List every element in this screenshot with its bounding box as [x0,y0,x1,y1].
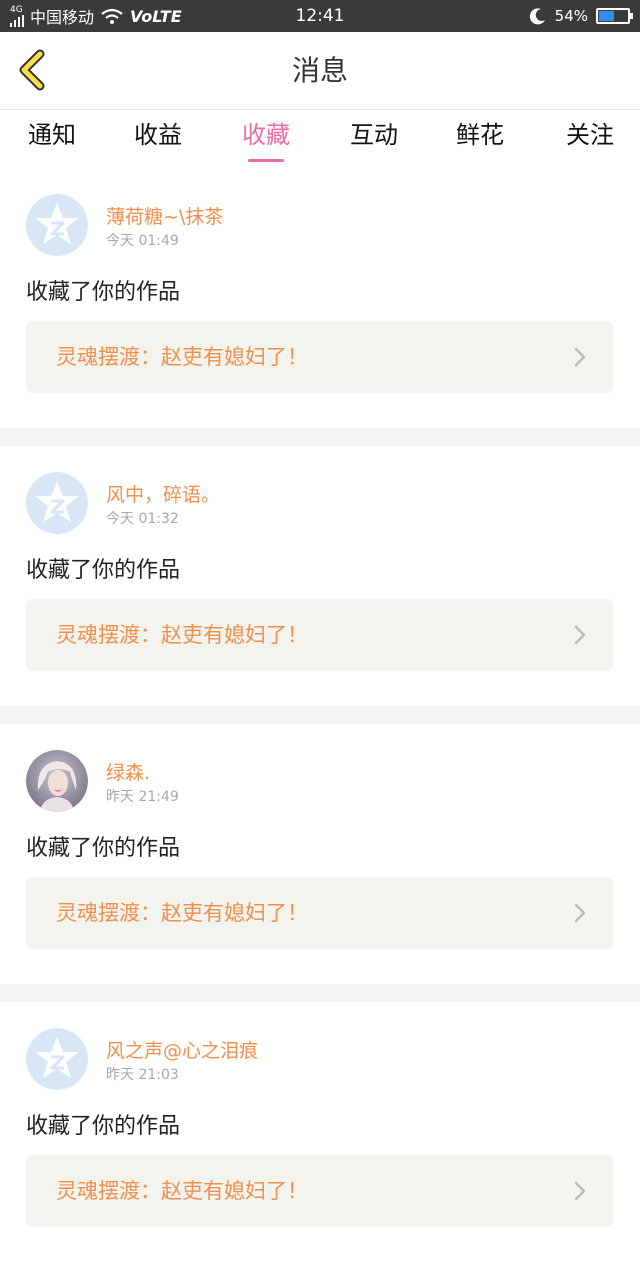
work-link[interactable]: 灵魂摆渡：赵吏有媳妇了！ [26,1155,613,1227]
tab-bar: 通知 收益 收藏 互动 鲜花 关注 [0,110,640,168]
work-title: 灵魂摆渡：赵吏有媳妇了！ [56,901,308,925]
tab-label: 鲜花 [456,121,504,149]
tab-notifications[interactable]: 通知 [12,118,92,164]
chevron-right-icon [574,347,586,367]
battery-fill [599,11,615,21]
tab-earnings[interactable]: 收益 [118,118,198,164]
username[interactable]: 绿森. [106,758,150,785]
default-avatar-icon [26,1028,88,1090]
timestamp: 今天 01:49 [106,233,179,249]
tab-following[interactable]: 关注 [550,118,630,164]
user-photo-icon [26,750,88,812]
chevron-right-icon [574,625,586,645]
timestamp: 今天 01:32 [106,511,179,527]
tab-favorites[interactable]: 收藏 [226,118,306,164]
default-avatar-icon [26,472,88,534]
work-title: 灵魂摆渡：赵吏有媳妇了！ [56,345,308,369]
divider [0,984,640,1002]
moon-icon [529,8,545,25]
tab-label: 收藏 [242,121,290,149]
timestamp: 昨天 21:49 [106,789,179,805]
divider [0,428,640,446]
avatar[interactable] [26,472,88,534]
work-title: 灵魂摆渡：赵吏有媳妇了！ [56,623,308,647]
list-item: 风之声@心之泪痕 昨天 21:03 收藏了你的作品 灵魂摆渡：赵吏有媳妇了！ [0,1002,640,1262]
tab-interactions[interactable]: 互动 [334,118,414,164]
battery-icon [596,8,633,24]
work-link[interactable]: 灵魂摆渡：赵吏有媳妇了！ [26,599,613,671]
tab-label: 关注 [566,121,614,149]
timestamp: 昨天 21:03 [106,1067,179,1083]
divider [0,706,640,724]
tab-label: 收益 [134,121,182,149]
work-link[interactable]: 灵魂摆渡：赵吏有媳妇了！ [26,877,613,949]
status-right: 54% [529,0,633,32]
tab-underline [248,159,284,162]
action-text: 收藏了你的作品 [26,558,181,583]
battery-percent: 54% [554,7,588,25]
list-item: 风中，碎语。 今天 01:32 收藏了你的作品 灵魂摆渡：赵吏有媳妇了！ [0,446,640,706]
tab-label: 互动 [350,121,398,149]
message-list: 薄荷糖~\抹茶 今天 01:49 收藏了你的作品 灵魂摆渡：赵吏有媳妇了！ 风中… [0,168,640,1262]
work-title: 灵魂摆渡：赵吏有媳妇了！ [56,1179,308,1203]
action-text: 收藏了你的作品 [26,836,181,861]
nav-bar: 消息 [0,32,640,110]
default-avatar-icon [26,194,88,256]
tab-label: 通知 [28,121,76,149]
list-item: 绿森. 昨天 21:49 收藏了你的作品 灵魂摆渡：赵吏有媳妇了！ [0,724,640,984]
list-item: 薄荷糖~\抹茶 今天 01:49 收藏了你的作品 灵魂摆渡：赵吏有媳妇了！ [0,168,640,428]
action-text: 收藏了你的作品 [26,280,181,305]
username[interactable]: 风之声@心之泪痕 [106,1036,258,1063]
action-text: 收藏了你的作品 [26,1114,181,1139]
chevron-right-icon [574,903,586,923]
username[interactable]: 风中，碎语。 [106,480,220,507]
avatar[interactable] [26,194,88,256]
username[interactable]: 薄荷糖~\抹茶 [106,202,223,229]
work-link[interactable]: 灵魂摆渡：赵吏有媳妇了！ [26,321,613,393]
chevron-right-icon [574,1181,586,1201]
avatar[interactable] [26,1028,88,1090]
avatar[interactable] [26,750,88,812]
status-bar: 4G 中国移动 VoLTE 12:41 54% [0,0,640,32]
page-title: 消息 [291,54,348,87]
tab-flowers[interactable]: 鲜花 [440,118,520,164]
